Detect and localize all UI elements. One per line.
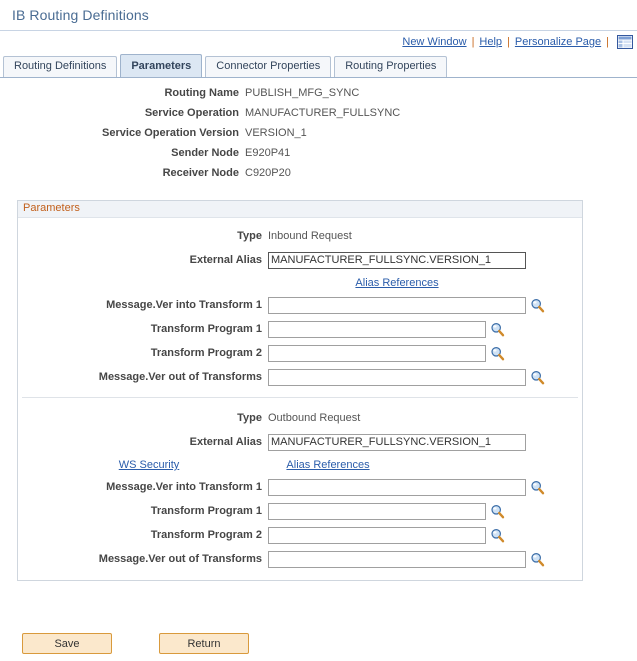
return-button[interactable]: Return (159, 633, 249, 654)
inbound-transform1-lookup-icon[interactable] (490, 322, 505, 337)
outbound-external-alias-row: External Alias (18, 431, 582, 453)
inbound-transform2-label: Transform Program 2 (150, 347, 262, 359)
outbound-msg-out-row: Message.Ver out of Transforms (18, 548, 582, 570)
parameters-group-title: Parameters (18, 201, 582, 218)
outbound-msg-in-label: Message.Ver into Transform 1 (106, 481, 262, 493)
service-operation-label: Service Operation (144, 107, 239, 119)
personalize-page-link[interactable]: Personalize Page (515, 36, 601, 48)
link-separator: | (606, 36, 609, 48)
inbound-alias-references-row: Alias References (18, 273, 582, 293)
tab-routing-definitions[interactable]: Routing Definitions (3, 56, 118, 77)
inbound-msg-out-row: Message.Ver out of Transforms (18, 366, 582, 388)
outbound-alias-slot: Alias References (199, 459, 457, 471)
inbound-transform2-row: Transform Program 2 (18, 342, 582, 364)
tab-routing-properties[interactable]: Routing Properties (334, 56, 448, 77)
inbound-type-row: Type Inbound Request (18, 225, 582, 247)
receiver-node-row: Receiver Node C920P20 (0, 167, 637, 187)
routing-name-label: Routing Name (164, 87, 239, 99)
outbound-msg-out-label: Message.Ver out of Transforms (98, 553, 262, 565)
outbound-transform2-lookup-icon[interactable] (490, 528, 505, 543)
footer-button-row: Save Return (0, 633, 249, 654)
outbound-msg-in-row: Message.Ver into Transform 1 (18, 476, 582, 498)
outbound-transform2-row: Transform Program 2 (18, 524, 582, 546)
outbound-msg-in-input[interactable] (268, 478, 526, 496)
routing-info-section: Routing Name PUBLISH_MFG_SYNC Service Op… (0, 87, 637, 187)
inbound-msg-out-input[interactable] (268, 368, 526, 386)
outbound-transform1-input[interactable] (268, 502, 486, 520)
outbound-external-alias-input[interactable] (268, 433, 526, 451)
tab-bar: Routing Definitions Parameters Connector… (0, 53, 637, 78)
inbound-msg-in-label: Message.Ver into Transform 1 (106, 299, 262, 311)
ws-security-slot: WS Security (99, 459, 199, 471)
receiver-node-label: Receiver Node (162, 167, 239, 179)
receiver-node-value: C920P20 (245, 167, 291, 179)
tab-parameters[interactable]: Parameters (120, 54, 203, 77)
sender-node-value: E920P41 (245, 147, 291, 159)
outbound-type-value: Outbound Request (268, 412, 361, 424)
inbound-external-alias-row: External Alias (18, 249, 582, 271)
inbound-alias-references-link[interactable]: Alias References (355, 277, 438, 289)
service-operation-value: MANUFACTURER_FULLSYNC (245, 107, 401, 119)
service-operation-row: Service Operation MANUFACTURER_FULLSYNC (0, 107, 637, 127)
page-header: IB Routing Definitions (0, 0, 637, 31)
outbound-msg-in-lookup-icon[interactable] (530, 480, 545, 495)
link-separator: | (507, 36, 510, 48)
inbound-alias-slot: Alias References (268, 277, 526, 289)
outbound-type-row: Type Outbound Request (18, 407, 582, 429)
tab-underline (0, 77, 637, 78)
link-separator: | (471, 36, 475, 48)
service-operation-version-value: VERSION_1 (245, 127, 307, 139)
routing-name-row: Routing Name PUBLISH_MFG_SYNC (0, 87, 637, 107)
tab-connector-properties[interactable]: Connector Properties (205, 56, 332, 77)
outbound-transform1-label: Transform Program 1 (150, 505, 262, 517)
inbound-external-alias-input[interactable] (268, 251, 526, 269)
inbound-msg-out-label: Message.Ver out of Transforms (98, 371, 262, 383)
parameters-group-box: Parameters Type Inbound Request External… (17, 200, 583, 581)
help-link[interactable]: Help (479, 36, 502, 48)
sender-node-label: Sender Node (171, 147, 239, 159)
inbound-transform1-row: Transform Program 1 (18, 318, 582, 340)
inbound-type-value: Inbound Request (268, 230, 352, 242)
outbound-external-alias-label: External Alias (189, 436, 262, 448)
section-divider (22, 397, 578, 398)
inbound-transform1-label: Transform Program 1 (150, 323, 262, 335)
outbound-msg-out-lookup-icon[interactable] (530, 552, 545, 567)
new-window-link[interactable]: New Window (402, 36, 466, 48)
outbound-transform1-row: Transform Program 1 (18, 500, 582, 522)
save-button[interactable]: Save (22, 633, 112, 654)
inbound-transform2-input[interactable] (268, 344, 486, 362)
inbound-msg-in-lookup-icon[interactable] (530, 298, 545, 313)
sender-node-row: Sender Node E920P41 (0, 147, 637, 167)
outbound-transform2-label: Transform Program 2 (150, 529, 262, 541)
page-title: IB Routing Definitions (12, 7, 149, 23)
outbound-transform2-input[interactable] (268, 526, 486, 544)
routing-name-value: PUBLISH_MFG_SYNC (245, 87, 360, 99)
inbound-transform1-input[interactable] (268, 320, 486, 338)
outbound-links-row: WS Security Alias References (18, 455, 582, 475)
outbound-msg-out-input[interactable] (268, 550, 526, 568)
inbound-msg-out-lookup-icon[interactable] (530, 370, 545, 385)
outbound-type-label: Type (237, 412, 262, 424)
page-grid-icon[interactable] (617, 35, 633, 49)
inbound-external-alias-label: External Alias (189, 254, 262, 266)
inbound-msg-in-row: Message.Ver into Transform 1 (18, 294, 582, 316)
utility-links-bar: New Window | Help | Personalize Page | (0, 31, 637, 51)
inbound-msg-in-input[interactable] (268, 296, 526, 314)
service-operation-version-label: Service Operation Version (102, 127, 239, 139)
inbound-transform2-lookup-icon[interactable] (490, 346, 505, 361)
service-operation-version-row: Service Operation Version VERSION_1 (0, 127, 637, 147)
outbound-alias-references-link[interactable]: Alias References (286, 459, 369, 471)
outbound-transform1-lookup-icon[interactable] (490, 504, 505, 519)
inbound-type-label: Type (237, 230, 262, 242)
ws-security-link[interactable]: WS Security (119, 459, 180, 471)
